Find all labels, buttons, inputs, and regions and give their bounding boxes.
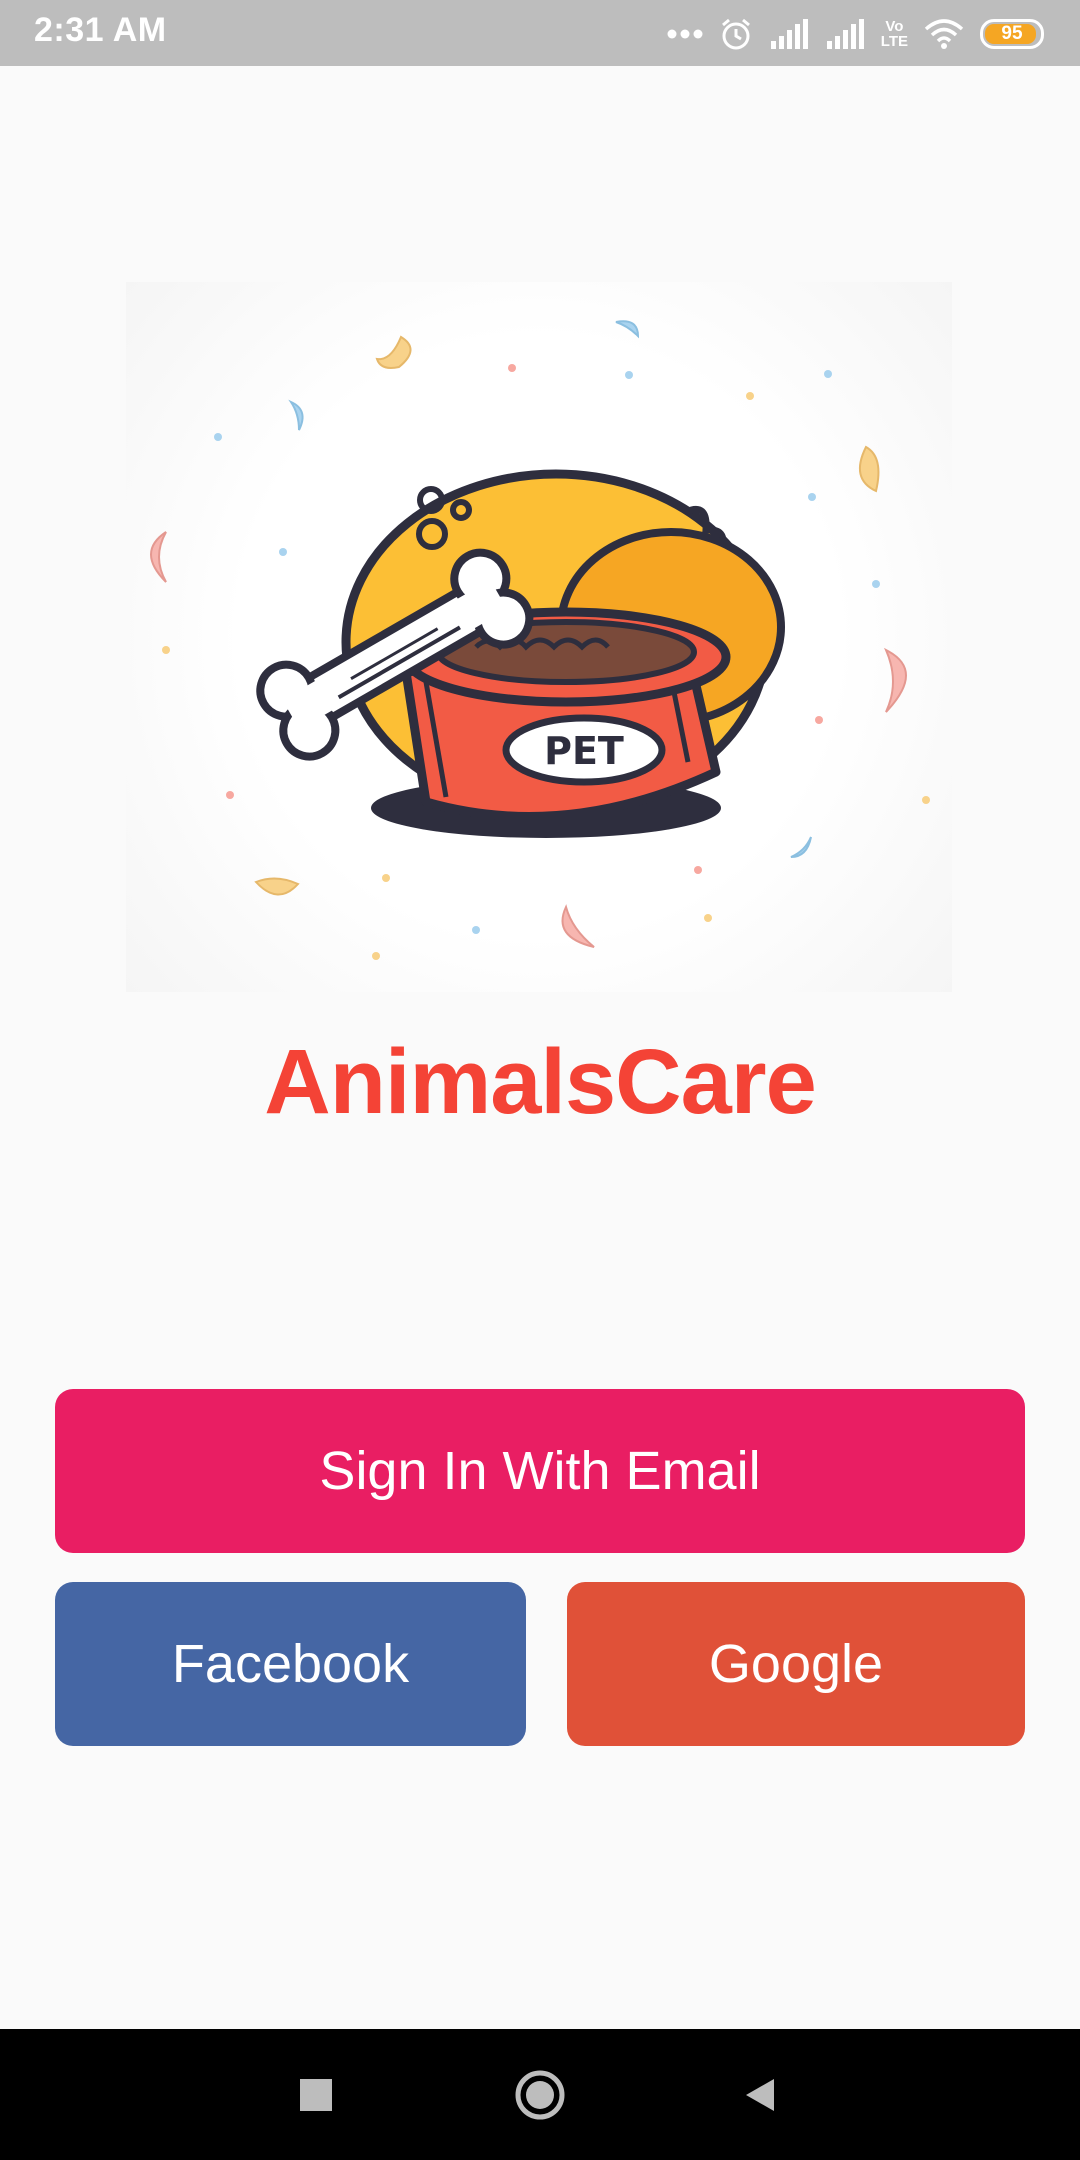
more-dots-icon — [667, 28, 703, 40]
signal-icon — [825, 19, 865, 49]
sign-in-email-button[interactable]: Sign In With Email — [55, 1389, 1025, 1553]
login-screen: 2:31 AM Vo LTE 95 PET AnimalsCare Sign I… — [0, 0, 1080, 2160]
pet-bowl-icon: PET — [256, 469, 785, 838]
home-circle-icon[interactable] — [480, 2029, 600, 2160]
volte-icon: Vo LTE — [881, 19, 908, 49]
volte-label-top: Vo — [885, 18, 904, 35]
status-bar: 2:31 AM Vo LTE 95 — [0, 0, 1080, 66]
status-icons: Vo LTE 95 — [667, 14, 1044, 54]
google-login-button[interactable]: Google — [567, 1582, 1025, 1746]
recents-square-icon[interactable] — [256, 2029, 376, 2160]
alarm-icon — [719, 17, 753, 51]
status-time: 2:31 AM — [34, 11, 167, 49]
app-title: AnimalsCare — [264, 1031, 816, 1133]
hero-illustration: PET — [126, 282, 952, 992]
back-triangle-icon[interactable] — [700, 2029, 820, 2160]
battery-icon: 95 — [980, 19, 1044, 49]
signal-icon — [769, 19, 809, 49]
battery-level: 95 — [1001, 23, 1023, 44]
facebook-login-button[interactable]: Facebook — [55, 1582, 526, 1746]
volte-label-bottom: LTE — [880, 33, 908, 50]
navigation-bar — [0, 2029, 1080, 2160]
wifi-icon — [924, 19, 964, 49]
pet-label: PET — [544, 729, 624, 773]
